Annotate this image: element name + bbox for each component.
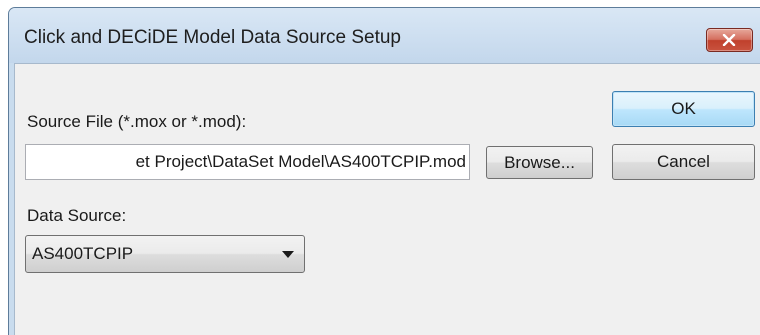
source-file-label: Source File (*.mox or *.mod): [27,112,247,131]
data-source-selected: AS400TCPIP [32,244,134,263]
close-x-icon [722,34,736,46]
window-title: Click and DECiDE Model Data Source Setup [24,27,402,48]
dialog-client-area: Source File (*.mox or *.mod): et Project… [14,63,760,335]
data-source-dropdown[interactable]: AS400TCPIP [25,235,305,273]
close-button[interactable] [706,28,753,52]
title-bar[interactable]: Click and DECiDE Model Data Source Setup [9,8,760,63]
ok-button[interactable]: OK [612,91,755,127]
source-file-value: et Project\DataSet Model\AS400TCPIP.mod [135,152,466,171]
source-file-input[interactable]: et Project\DataSet Model\AS400TCPIP.mod [25,144,470,180]
data-source-label: Data Source: [27,206,127,225]
chevron-down-icon [282,251,294,258]
cancel-button[interactable]: Cancel [612,144,755,180]
browse-button[interactable]: Browse... [486,146,593,179]
dialog-window: Click and DECiDE Model Data Source Setup… [8,7,760,335]
